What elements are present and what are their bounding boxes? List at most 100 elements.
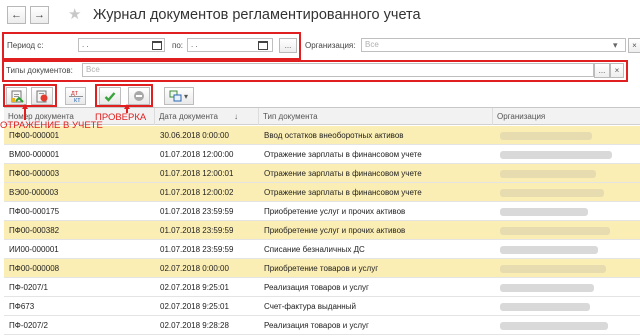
period-to-value: . . — [191, 40, 198, 49]
cell-number: ПФ-0207/1 — [9, 283, 48, 292]
table-row[interactable]: ВМ00-000001 01.07.2018 12:00:00 Отражение … — [4, 145, 640, 164]
table-row[interactable]: ПФ673 02.07.2018 9:25:01 Счет-фактура выда… — [4, 297, 640, 316]
calendar-icon[interactable] — [258, 41, 268, 50]
dt-kt-button[interactable]: ДТ КТ — [65, 87, 86, 105]
sort-down-icon: ↓ — [234, 112, 238, 121]
arrow-left-icon: ← — [11, 9, 22, 21]
more-actions-button[interactable]: ▾ — [164, 87, 194, 105]
cell-organization-redacted — [500, 208, 588, 216]
cell-organization-redacted — [500, 303, 590, 311]
cell-date: 02.07.2018 9:25:01 — [160, 283, 229, 292]
cell-date: 01.07.2018 23:59:59 — [160, 226, 234, 235]
period-to-label: по: — [172, 41, 184, 50]
cell-organization-redacted — [500, 246, 598, 254]
title-bar: ← → ★ Журнал документов регламентированн… — [0, 0, 640, 34]
reflect-arrowhead — [22, 104, 28, 109]
cell-type: Списание безналичных ДС — [264, 245, 365, 254]
cell-number: ВМ00-000001 — [9, 150, 60, 159]
checkmark-icon — [104, 91, 116, 102]
doctypes-placeholder: Все — [86, 65, 100, 74]
doctypes-choose-button[interactable]: ... — [594, 63, 610, 78]
check-button[interactable] — [99, 87, 121, 105]
arrow-right-icon: → — [34, 9, 45, 21]
table-row[interactable]: ПФ00-000175 01.07.2018 23:59:59 Приобретен… — [4, 202, 640, 221]
document-post-icon — [10, 90, 24, 103]
minus-circle-icon — [134, 91, 144, 101]
cell-number: ПФ00-000382 — [9, 226, 60, 235]
column-organization-label: Организация — [497, 112, 546, 121]
cancel-check-button[interactable] — [128, 87, 150, 105]
ellipsis-icon: ... — [284, 41, 292, 50]
doctypes-field[interactable]: Все — [82, 63, 594, 77]
doctypes-label: Типы документов: — [6, 66, 73, 75]
column-type[interactable]: Тип документа — [259, 108, 493, 125]
cell-date: 01.07.2018 12:00:02 — [160, 188, 234, 197]
organization-label: Организация: — [305, 41, 356, 50]
ellipsis-icon: ... — [598, 66, 606, 75]
svg-text:ДТ: ДТ — [71, 91, 79, 97]
cell-type: Отражение зарплаты в финансовом учете — [264, 169, 422, 178]
table-row[interactable]: ИИ00-000001 01.07.2018 23:59:59 Списание б… — [4, 240, 640, 259]
cell-type: Отражение зарплаты в финансовом учете — [264, 150, 422, 159]
cell-organization-redacted — [500, 151, 612, 159]
period-label: Период с: — [7, 41, 44, 50]
reflect-in-accounting-button[interactable] — [6, 87, 27, 105]
star-icon[interactable]: ★ — [68, 5, 81, 23]
cell-date: 02.07.2018 0:00:00 — [160, 264, 229, 273]
organization-field[interactable]: Все — [361, 38, 626, 52]
cell-date: 01.07.2018 12:00:01 — [160, 169, 234, 178]
table-row[interactable]: ПФ00-000008 02.07.2018 0:00:00 Приобретени… — [4, 259, 640, 278]
table-row[interactable]: ПФ-0207/2 02.07.2018 9:28:28 Реализация то… — [4, 316, 640, 335]
cell-type: Счет-фактура выданный — [264, 302, 356, 311]
column-type-label: Тип документа — [263, 112, 318, 121]
reflect-settings-button[interactable] — [31, 87, 53, 105]
cell-type: Приобретение услуг и прочих активов — [264, 207, 406, 216]
table-row[interactable]: ВЭ00-000003 01.07.2018 12:00:02 Отражение … — [4, 183, 640, 202]
cell-number: ПФ00-000003 — [9, 169, 60, 178]
dropdown-arrow-icon[interactable]: ▾ — [613, 40, 618, 51]
cell-date: 02.07.2018 9:28:28 — [160, 321, 229, 330]
table-row[interactable]: ПФ00-000003 01.07.2018 12:00:01 Отражение … — [4, 164, 640, 183]
cell-date: 01.07.2018 23:59:59 — [160, 207, 234, 216]
cell-number: ПФ00-000008 — [9, 264, 60, 273]
cell-type: Приобретение товаров и услуг — [264, 264, 379, 273]
cell-date: 01.07.2018 23:59:59 — [160, 245, 234, 254]
cell-organization-redacted — [500, 189, 604, 197]
cell-date: 02.07.2018 9:25:01 — [160, 302, 229, 311]
cell-type: Приобретение услуг и прочих активов — [264, 226, 406, 235]
reflect-annotation-text: ОТРАЖЕНИЕ В УЧЕТЕ — [0, 120, 103, 131]
structure-icon — [169, 90, 182, 102]
dt-kt-icon: ДТ КТ — [68, 91, 83, 103]
cell-type: Ввод остатков внеоборотных активов — [264, 131, 404, 140]
check-annotation-text: ПРОВЕРКА — [95, 112, 147, 123]
cell-type: Реализация товаров и услуг — [264, 283, 369, 292]
cell-organization-redacted — [500, 227, 610, 235]
cell-date: 01.07.2018 12:00:00 — [160, 150, 234, 159]
cell-date: 30.06.2018 0:00:00 — [160, 131, 229, 140]
doctypes-clear-button[interactable]: × — [610, 63, 624, 78]
cell-type: Реализация товаров и услуг — [264, 321, 369, 330]
close-icon: × — [614, 66, 620, 75]
table-row[interactable]: ПФ-0207/1 02.07.2018 9:25:01 Реализация то… — [4, 278, 640, 297]
organization-clear-button[interactable]: × — [628, 38, 640, 53]
column-date[interactable]: Дата документа ↓ — [155, 108, 259, 125]
document-journal-icon — [36, 90, 48, 102]
back-button[interactable]: ← — [7, 6, 26, 24]
close-icon: × — [632, 41, 637, 50]
cell-number: ПФ673 — [9, 302, 35, 311]
svg-text:КТ: КТ — [74, 98, 81, 103]
organization-placeholder: Все — [365, 40, 379, 49]
cell-organization-redacted — [500, 322, 608, 330]
documents-table: Номер документа Дата документа ↓ Тип доку… — [4, 107, 640, 336]
cell-organization-redacted — [500, 170, 596, 178]
cell-organization-redacted — [500, 132, 592, 140]
forward-button[interactable]: → — [30, 6, 49, 24]
column-organization[interactable]: Организация — [493, 108, 640, 125]
cell-number: ВЭ00-000003 — [9, 188, 59, 197]
calendar-icon[interactable] — [152, 41, 162, 50]
cell-organization-redacted — [500, 284, 594, 292]
chevron-down-icon: ▾ — [184, 91, 189, 101]
cell-organization-redacted — [500, 265, 606, 273]
period-choose-button[interactable]: ... — [279, 38, 297, 53]
table-row[interactable]: ПФ00-000382 01.07.2018 23:59:59 Приобретен… — [4, 221, 640, 240]
